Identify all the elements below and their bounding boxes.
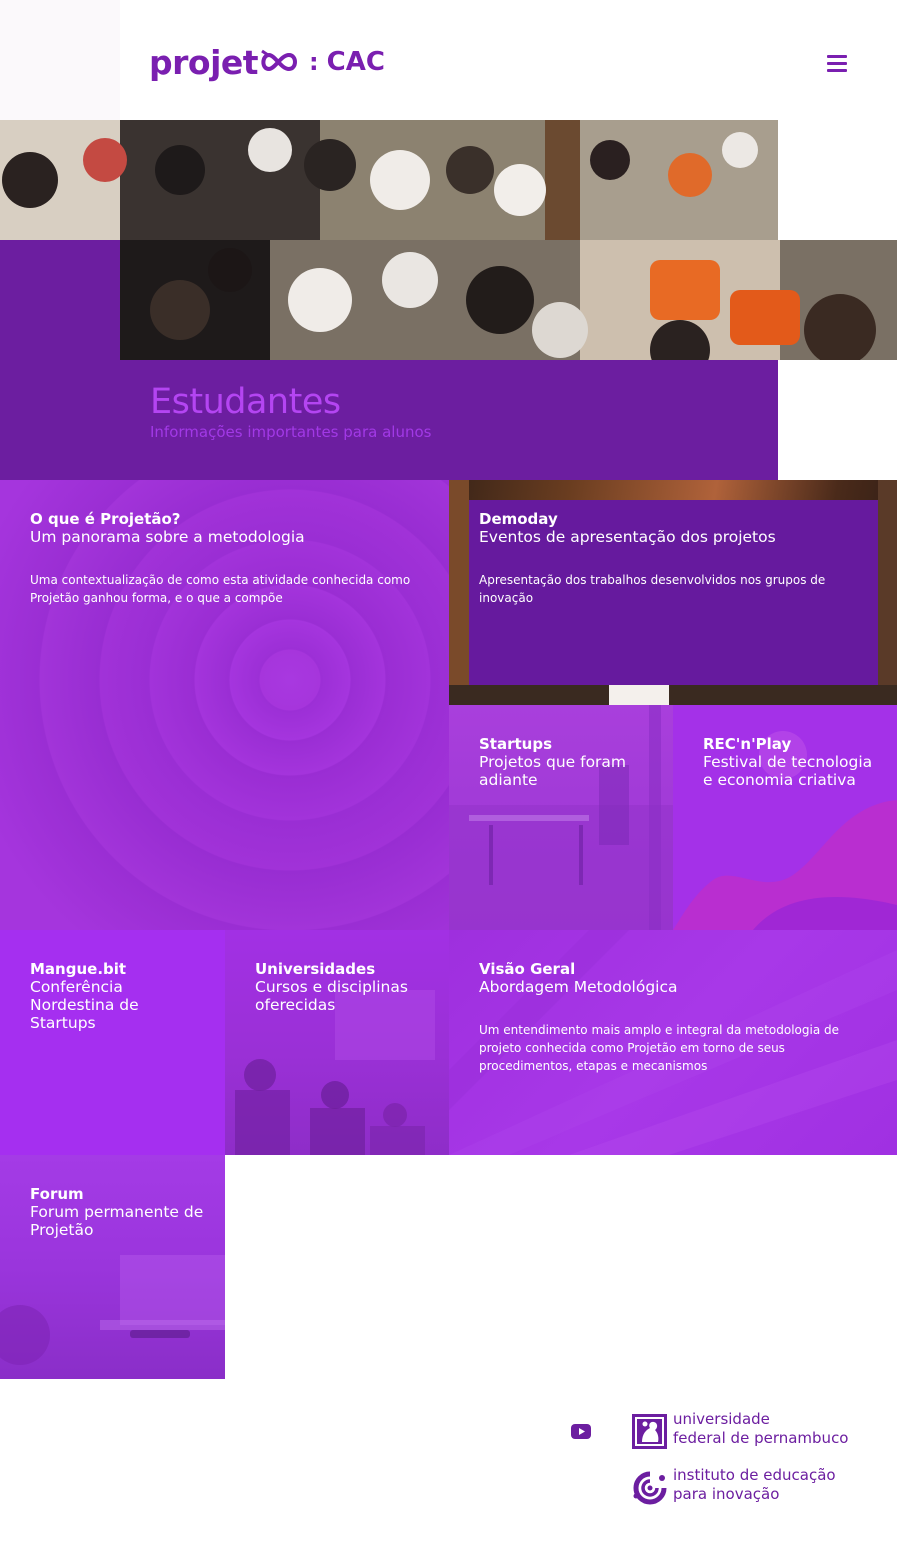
tile-description: Apresentação dos trabalhos desenvolvidos… <box>479 573 826 605</box>
site-logo[interactable]: projet : CAC <box>149 40 385 84</box>
iei-line-2: para inovação <box>673 1485 780 1503</box>
logo-suffix: CAC <box>326 47 385 77</box>
tile-recnplay[interactable]: REC'n'Play Festival de tecnologia e econ… <box>673 705 897 930</box>
ufpe-line-2: federal de pernambuco <box>673 1429 849 1447</box>
logo-separator: : <box>309 48 319 76</box>
iei-line-1: instituto de educação <box>673 1466 836 1484</box>
iei-label[interactable]: instituto de educação para inovação <box>673 1466 836 1504</box>
tile-subtitle: Abordagem Metodológica <box>479 978 678 996</box>
tile-subtitle: Festival de tecnologia e economia criati… <box>703 753 873 789</box>
tile-title: Startups <box>479 735 553 753</box>
tile-text: Visão Geral Abordagem Metodológica Um en… <box>479 960 877 1075</box>
tile-manguebit[interactable]: Mangue.bit Conferência Nordestina de Sta… <box>0 930 225 1155</box>
hero-photo-bottom <box>120 240 897 360</box>
page-title: Estudantes <box>150 382 341 422</box>
tile-text: Demoday Eventos de apresentação dos proj… <box>479 510 858 607</box>
tile-title: REC'n'Play <box>703 735 792 753</box>
tile-subtitle: Forum permanente de Projetão <box>30 1203 204 1239</box>
tile-title: Universidades <box>255 960 376 978</box>
tile-universidades[interactable]: Universidades Cursos e disciplinas ofere… <box>225 930 449 1155</box>
tile-subtitle: Eventos de apresentação dos projetos <box>479 528 776 546</box>
tile-description: Uma contextualização de como esta ativid… <box>30 573 411 605</box>
iei-logo-icon[interactable] <box>632 1470 668 1506</box>
tile-o-que-e-projetao[interactable]: O que é Projetão? Um panorama sobre a me… <box>0 480 449 930</box>
tile-subtitle: Conferência Nordestina de Startups <box>30 978 139 1032</box>
youtube-icon[interactable] <box>571 1424 591 1439</box>
hero-title-block: Estudantes Informações importantes para … <box>120 360 778 480</box>
tile-forum[interactable]: Forum Forum permanente de Projetão <box>0 1155 225 1379</box>
tile-description: Um entendimento mais amplo e integral da… <box>479 1023 839 1073</box>
tile-startups[interactable]: Startups Projetos que foram adiante <box>449 705 673 930</box>
tile-subtitle: Projetos que foram adiante <box>479 753 627 789</box>
tile-text: Mangue.bit Conferência Nordestina de Sta… <box>30 960 205 1032</box>
tile-visao-geral[interactable]: Visão Geral Abordagem Metodológica Um en… <box>449 930 897 1155</box>
tile-title: Demoday <box>479 510 558 528</box>
tile-title: Forum <box>30 1185 84 1203</box>
hero-accent-block <box>0 240 120 480</box>
ufpe-label[interactable]: universidade federal de pernambuco <box>673 1410 849 1448</box>
header-corner-block <box>0 0 120 120</box>
tile-text: Universidades Cursos e disciplinas ofere… <box>255 960 429 1014</box>
ufpe-line-1: universidade <box>673 1410 770 1428</box>
tile-title: O que é Projetão? <box>30 510 181 528</box>
page-subtitle: Informações importantes para alunos <box>150 423 432 441</box>
ufpe-logo-icon[interactable] <box>632 1414 667 1449</box>
tile-text: Startups Projetos que foram adiante <box>479 735 653 789</box>
demoday-card: Demoday Eventos de apresentação dos proj… <box>469 500 878 685</box>
infinity-logo-icon <box>261 49 298 72</box>
tile-title: Visão Geral <box>479 960 576 978</box>
tile-subtitle: Um panorama sobre a metodologia <box>30 528 305 546</box>
hero-photo-top <box>0 120 778 240</box>
site-header: projet : CAC <box>0 0 897 120</box>
tile-demoday[interactable]: Demoday Eventos de apresentação dos proj… <box>449 480 897 705</box>
tile-text: REC'n'Play Festival de tecnologia e econ… <box>703 735 877 789</box>
tile-text: Forum Forum permanente de Projetão <box>30 1185 205 1239</box>
tile-subtitle: Cursos e disciplinas oferecidas <box>255 978 408 1014</box>
logo-word: projet <box>149 42 259 82</box>
hamburger-menu-icon[interactable] <box>827 55 847 75</box>
tile-title: Mangue.bit <box>30 960 127 978</box>
tile-text: O que é Projetão? Um panorama sobre a me… <box>30 510 429 607</box>
